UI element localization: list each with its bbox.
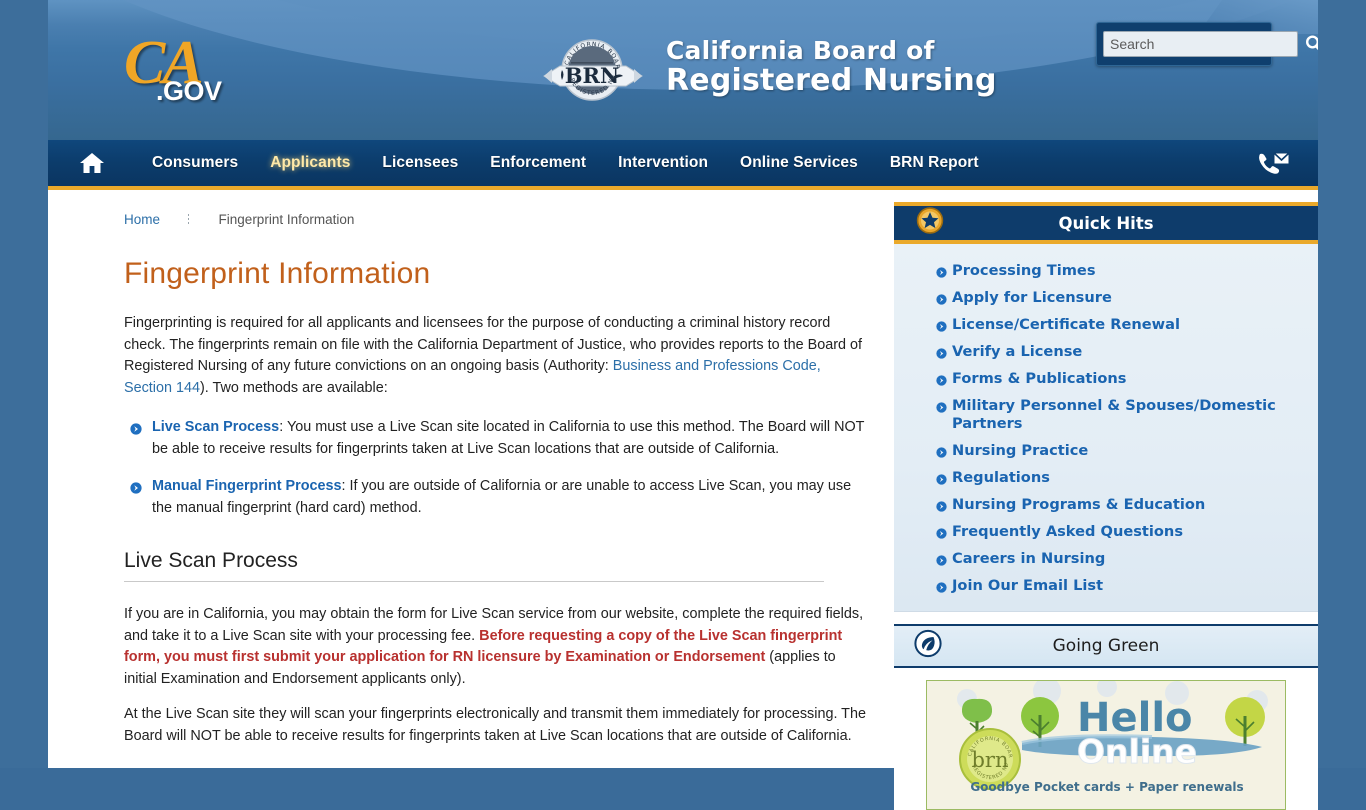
breadcrumb-home-link[interactable]: Home xyxy=(124,212,160,227)
manual-fingerprint-process-link[interactable]: Manual Fingerprint Process xyxy=(152,478,342,494)
going-green-title: Going Green xyxy=(1052,636,1160,656)
nav-item-consumers[interactable]: Consumers xyxy=(136,154,254,172)
sidebar: Quick Hits Processing Times Apply for Li… xyxy=(894,190,1318,810)
phone-envelope-icon xyxy=(1259,152,1290,174)
quick-hit-link-faq[interactable]: Frequently Asked Questions xyxy=(952,523,1183,540)
section-heading-live-scan: Live Scan Process xyxy=(124,549,824,582)
hello-online-banner-graphic: brn CALIFORNIA BOARD OF REGISTERED NURSI… xyxy=(927,681,1285,809)
nav-item-online-services[interactable]: Online Services xyxy=(724,154,874,172)
list-item: Live Scan Process: You must use a Live S… xyxy=(130,417,872,460)
star-badge-icon xyxy=(916,207,944,240)
list-item: Nursing Practice xyxy=(894,442,1318,460)
bullet-arrow-icon xyxy=(936,553,947,571)
ca-gov-logo[interactable]: CA .GOV xyxy=(120,29,240,106)
content-area: Home Fingerprint Information Fingerprint… xyxy=(48,190,1318,810)
breadcrumb-separator xyxy=(187,214,189,226)
breadcrumb-current: Fingerprint Information xyxy=(218,212,355,227)
bullet-arrow-icon xyxy=(936,400,947,418)
search-icon xyxy=(1306,35,1318,51)
bullet-arrow-icon xyxy=(130,480,142,502)
nav-item-applicants[interactable]: Applicants xyxy=(254,154,366,172)
leaf-circle-icon xyxy=(914,629,942,663)
quick-hits-panel: Quick Hits Processing Times Apply for Li… xyxy=(894,202,1318,612)
bullet-arrow-icon xyxy=(936,472,947,490)
quick-hits-items: Processing Times Apply for Licensure Lic… xyxy=(894,262,1318,595)
gov-logo-text: .GOV xyxy=(156,76,222,106)
banner-online-text: Online xyxy=(1077,732,1197,771)
quick-hit-link-nursing-practice[interactable]: Nursing Practice xyxy=(952,442,1088,459)
list-item: Forms & Publications xyxy=(894,370,1318,388)
nav-item-brn-report[interactable]: BRN Report xyxy=(874,154,995,172)
bullet-arrow-icon xyxy=(936,580,947,598)
search-button[interactable] xyxy=(1298,29,1318,59)
page-root: CA .GOV BRN CALIFORNIA BOARD OF xyxy=(0,0,1366,810)
bullet-arrow-icon xyxy=(936,319,947,337)
main-navigation: Consumers Applicants Licensees Enforceme… xyxy=(48,140,1318,190)
list-item: Careers in Nursing xyxy=(894,550,1318,568)
going-green-body: brn CALIFORNIA BOARD OF REGISTERED NURSI… xyxy=(894,668,1318,810)
nav-item-intervention[interactable]: Intervention xyxy=(602,154,724,172)
list-item: Verify a License xyxy=(894,343,1318,361)
list-item: Processing Times xyxy=(894,262,1318,280)
quick-hit-link-nursing-programs-education[interactable]: Nursing Programs & Education xyxy=(952,496,1205,513)
list-item: License/Certificate Renewal xyxy=(894,316,1318,334)
hello-online-banner[interactable]: brn CALIFORNIA BOARD OF REGISTERED NURSI… xyxy=(926,680,1286,810)
quick-hit-link-forms-publications[interactable]: Forms & Publications xyxy=(952,370,1127,387)
live-scan-paragraph-1: If you are in California, you may obtain… xyxy=(124,604,872,690)
going-green-panel: Going Green brn CALIFORNIA BOAR REGISTER… xyxy=(894,624,1318,810)
site-title: California Board of Registered Nursing xyxy=(666,36,997,96)
going-green-header: Going Green xyxy=(894,624,1318,668)
intro-text-2: ). Two methods are available: xyxy=(200,379,388,396)
breadcrumb: Home Fingerprint Information xyxy=(124,206,872,227)
nav-item-enforcement[interactable]: Enforcement xyxy=(474,154,602,172)
quick-hits-list: Processing Times Apply for Licensure Lic… xyxy=(894,244,1318,612)
search-box xyxy=(1096,22,1318,66)
site-shell: CA .GOV BRN CALIFORNIA BOARD OF xyxy=(48,0,1318,810)
bullet-arrow-icon xyxy=(936,526,947,544)
bullet-arrow-icon xyxy=(936,499,947,517)
brn-seal-icon: BRN CALIFORNIA BOARD OF REGISTERED NURSI… xyxy=(527,31,643,101)
list-item: Nursing Programs & Education xyxy=(894,496,1318,514)
bullet-arrow-icon xyxy=(936,292,947,310)
quick-hits-title: Quick Hits xyxy=(1058,213,1154,233)
bullet-arrow-icon xyxy=(936,265,947,283)
site-title-line2: Registered Nursing xyxy=(666,63,997,98)
list-item: Manual Fingerprint Process: If you are o… xyxy=(130,476,872,519)
quick-hit-link-regulations[interactable]: Regulations xyxy=(952,469,1050,486)
bullet-arrow-icon xyxy=(936,373,947,391)
quick-hit-link-processing-times[interactable]: Processing Times xyxy=(952,262,1096,279)
main-column: Home Fingerprint Information Fingerprint… xyxy=(48,190,894,768)
bullet-arrow-icon xyxy=(936,346,947,364)
live-scan-paragraph-2: At the Live Scan site they will scan you… xyxy=(124,706,866,744)
intro-paragraph: Fingerprinting is required for all appli… xyxy=(124,313,872,399)
brn-seal-logo[interactable]: BRN CALIFORNIA BOARD OF REGISTERED NURSI… xyxy=(527,31,654,108)
live-scan-process-link[interactable]: Live Scan Process xyxy=(152,419,279,435)
search-input[interactable] xyxy=(1103,31,1298,57)
site-header: CA .GOV BRN CALIFORNIA BOARD OF xyxy=(48,0,1318,140)
methods-list: Live Scan Process: You must use a Live S… xyxy=(124,417,872,519)
nav-contact-button[interactable] xyxy=(1256,151,1290,175)
quick-hit-link-careers-in-nursing[interactable]: Careers in Nursing xyxy=(952,550,1105,567)
quick-hit-link-license-certificate-renewal[interactable]: License/Certificate Renewal xyxy=(952,316,1180,333)
quick-hit-link-apply-for-licensure[interactable]: Apply for Licensure xyxy=(952,289,1112,306)
nav-item-licensees[interactable]: Licensees xyxy=(366,154,474,172)
list-item: Frequently Asked Questions xyxy=(894,523,1318,541)
quick-hit-link-join-our-email-list[interactable]: Join Our Email List xyxy=(952,577,1103,594)
list-item: Military Personnel & Spouses/Domestic Pa… xyxy=(894,397,1318,433)
list-item: Regulations xyxy=(894,469,1318,487)
banner-tagline-text: Goodbye Pocket cards + Paper renewals xyxy=(970,780,1243,794)
bullet-arrow-icon xyxy=(936,445,947,463)
page-title: Fingerprint Information xyxy=(124,257,431,290)
bullet-arrow-icon xyxy=(130,421,142,443)
quick-hit-link-military-personnel[interactable]: Military Personnel & Spouses/Domestic Pa… xyxy=(952,397,1276,432)
quick-hit-link-verify-a-license[interactable]: Verify a License xyxy=(952,343,1082,360)
home-icon xyxy=(80,153,104,173)
site-title-line1: California Board of xyxy=(666,36,935,65)
nav-home-button[interactable] xyxy=(48,151,136,175)
quick-hits-header: Quick Hits xyxy=(894,202,1318,244)
list-item: Join Our Email List xyxy=(894,577,1318,595)
list-item: Apply for Licensure xyxy=(894,289,1318,307)
